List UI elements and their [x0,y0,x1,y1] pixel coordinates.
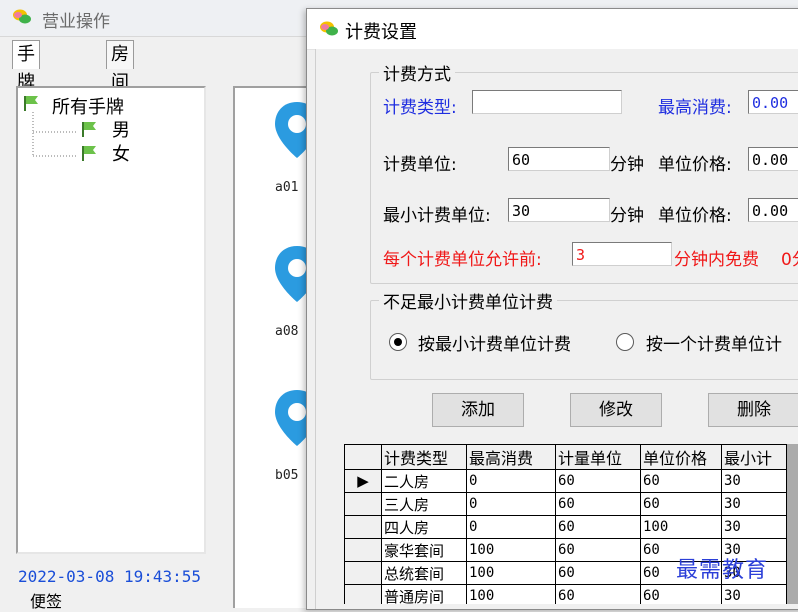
billing-method-legend: 计费方式 [383,65,451,85]
row-header [344,584,382,604]
min-unit-price-label: 单位价格: [658,206,732,226]
grace-period-input[interactable]: 3 [572,242,672,266]
dialog-titlebar: 计费设置 [307,9,798,50]
one-unit-radio-label[interactable]: 按一个计费单位计 [646,330,782,355]
min-unit-input[interactable]: 30 [508,198,610,222]
min-unit-suffix: 分钟 [610,206,644,226]
table-cell[interactable]: 四人房 [381,515,467,539]
table-cell[interactable]: 60 [640,584,722,604]
min-unit-radio[interactable] [389,333,407,351]
table-cell[interactable]: 0 [466,515,556,539]
table-cell[interactable]: 100 [466,561,556,585]
table-cell[interactable]: 100 [466,538,556,562]
table-cell[interactable]: 100 [466,584,556,604]
table-cell[interactable]: 60 [555,492,641,516]
dialog-title: 计费设置 [345,22,417,43]
tab-hand-card[interactable]: 手牌管理 [12,40,40,149]
grace-period-label: 每个计费单位允许前: [383,250,542,270]
bottom-note-label: 便签 [30,592,63,611]
billing-type-input[interactable] [472,90,622,114]
table-row[interactable]: ▶ 二人房 0 60 60 30 [344,469,787,493]
table-cell[interactable]: 60 [640,469,722,493]
table-cell[interactable]: 30 [721,584,787,604]
grid-column-header[interactable]: 计量单位 [555,444,641,470]
grid-column-header[interactable]: 最高消费 [466,444,556,470]
grid-corner [344,444,382,470]
table-cell[interactable]: 60 [555,561,641,585]
table-cell[interactable]: 豪华套间 [381,538,467,562]
row-header [344,515,382,539]
watermark-text: 最需教育 [676,558,769,583]
current-row-indicator-icon: ▶ [344,469,382,493]
status-datetime: 2022-03-08 19:43:55 [18,567,202,586]
app-chat-icon [320,21,338,36]
max-consume-label: 最高消费: [658,98,732,118]
table-cell[interactable]: 100 [640,515,722,539]
table-cell[interactable]: 60 [555,469,641,493]
min-unit-label: 最小计费单位: [383,206,491,226]
max-consume-input[interactable]: 0.00 [748,90,798,114]
billing-unit-suffix: 分钟 [610,155,644,175]
table-cell[interactable]: 30 [721,492,787,516]
min-unit-radio-label[interactable]: 按最小计费单位计费 [418,330,571,355]
table-cell[interactable]: 普通房间 [381,584,467,604]
table-cell[interactable]: 三人房 [381,492,467,516]
tree-item-male[interactable]: 男 [112,116,130,142]
grace-period-tail: 0分 [781,250,798,270]
row-header [344,492,382,516]
one-unit-radio[interactable] [616,333,634,351]
billing-type-label: 计费类型: [383,98,457,118]
table-cell[interactable]: 60 [555,584,641,604]
shortfall-billing-legend: 不足最小计费单位计费 [383,293,553,313]
unit-price-input[interactable]: 0.00 [748,147,798,171]
delete-button[interactable]: 删除 [708,393,798,427]
min-unit-price-input[interactable]: 0.00 [748,198,798,222]
table-row[interactable]: 四人房 0 60 100 30 [344,515,787,539]
add-button[interactable]: 添加 [432,393,524,427]
table-cell[interactable]: 0 [466,492,556,516]
table-cell[interactable]: 二人房 [381,469,467,493]
tab-room[interactable]: 房间管理 [106,40,134,149]
flag-icon [82,146,96,161]
grid-column-header[interactable]: 计费类型 [381,444,467,470]
edit-button[interactable]: 修改 [570,393,662,427]
flag-icon [82,122,96,137]
row-header [344,538,382,562]
app-chat-icon [13,9,31,24]
hand-card-tree[interactable]: 所有手牌 男 女 [16,86,206,554]
table-cell[interactable]: 30 [721,515,787,539]
table-cell[interactable]: 60 [555,538,641,562]
main-window-title: 营业操作 [42,12,110,32]
room-label: b05 [275,468,299,483]
tree-item-female[interactable]: 女 [112,140,130,166]
grid-column-header[interactable]: 单位价格 [640,444,722,470]
table-row[interactable]: 三人房 0 60 60 30 [344,492,787,516]
grid-column-header[interactable]: 最小计 [721,444,787,470]
table-row[interactable]: 普通房间 100 60 60 30 [344,584,787,604]
room-label: a01 [275,180,299,195]
grid-header-row: 计费类型 最高消费 计量单位 单位价格 最小计 [344,444,787,470]
flag-icon [24,96,38,111]
table-cell[interactable]: 总统套间 [381,561,467,585]
grace-period-suffix: 分钟内免费 [674,250,759,270]
table-cell[interactable]: 0 [466,469,556,493]
table-cell[interactable]: 60 [640,492,722,516]
table-cell[interactable]: 30 [721,469,787,493]
billing-unit-label: 计费单位: [383,155,457,175]
row-header [344,561,382,585]
billing-unit-input[interactable]: 60 [508,147,610,171]
table-cell[interactable]: 60 [555,515,641,539]
unit-price-label: 单位价格: [658,155,732,175]
room-label: a08 [275,324,299,339]
